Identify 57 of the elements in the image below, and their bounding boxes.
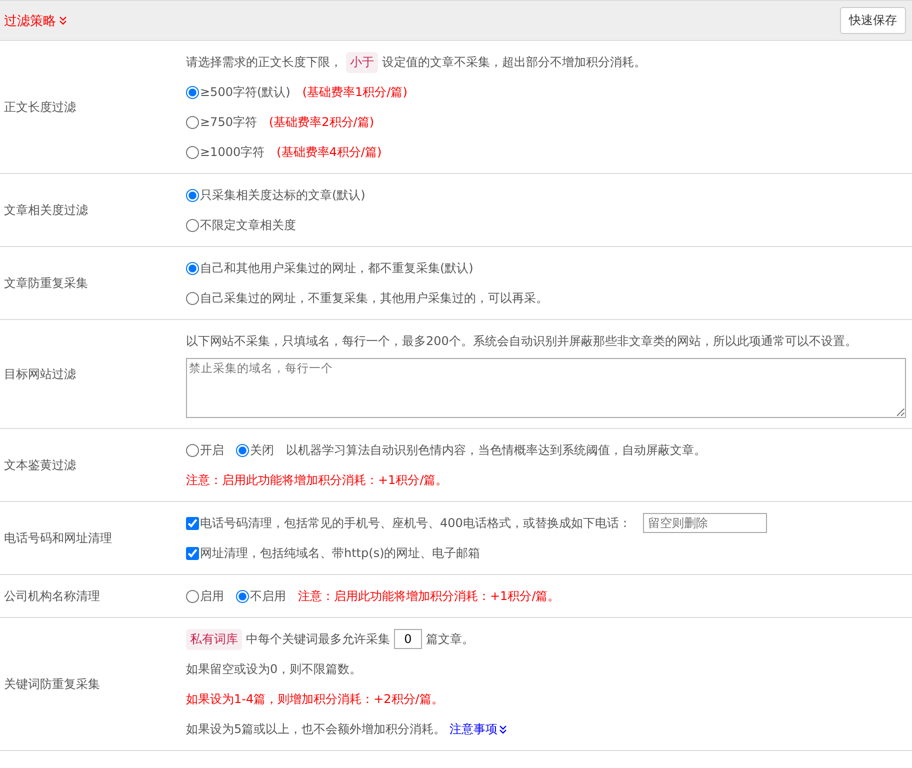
row-label: 目标网站过滤: [4, 366, 76, 382]
notes-link[interactable]: 注意事项: [450, 720, 507, 738]
radio-button[interactable]: [236, 590, 249, 602]
notice-text: 注意：启用此功能将增加积分消耗：+1积分/篇。: [298, 588, 560, 605]
description-text: 如果留空或设为0，则不限篇数。: [186, 661, 362, 678]
radio-button[interactable]: [186, 86, 199, 98]
double-chevron-icon: [59, 16, 67, 25]
radio-option[interactable]: ≥750字符: [186, 114, 257, 130]
radio-button[interactable]: [186, 116, 199, 128]
description-text: 请选择需求的正文长度下限，: [186, 54, 342, 71]
radio-option[interactable]: 不启用: [236, 588, 286, 604]
checkbox[interactable]: [186, 546, 199, 560]
domain-textarea[interactable]: 禁止采集的域名，每行一个: [186, 358, 906, 418]
radio-option[interactable]: ≥500字符(默认): [186, 84, 290, 100]
row-label: 关键词防重复采集: [4, 676, 100, 692]
row-label: 正文长度过滤: [4, 98, 76, 116]
radio-button[interactable]: [236, 444, 249, 456]
radio-option[interactable]: 只采集相关度达标的文章(默认): [186, 186, 366, 204]
radio-option[interactable]: 自己采集过的网址，不重复采集，其他用户采集过的，可以再采。: [186, 290, 548, 306]
description-text: 以机器学习算法自动识别色情内容，当色情概率达到系统阈值，自动屏蔽文章。: [286, 442, 706, 459]
radio-button[interactable]: [186, 146, 199, 158]
radio-option[interactable]: ≥1000字符: [186, 144, 265, 160]
checkbox-option[interactable]: 网址清理，包括纯域名、带http(s)的网址、电子邮箱: [186, 544, 480, 562]
radio-button[interactable]: [186, 218, 199, 232]
row-label: 公司机构名称清理: [4, 588, 100, 604]
radio-option[interactable]: 不限定文章相关度: [186, 216, 296, 234]
description-text: 如果设为5篇或以上，也不会额外增加积分消耗。: [186, 721, 446, 738]
row-label: 文本鉴黄过滤: [4, 456, 76, 474]
highlight-tag: 小于: [346, 52, 378, 72]
highlight-tag: 私有词库: [186, 628, 242, 650]
row-label: 电话号码和网址清理: [4, 530, 112, 546]
notice-text: (基础费率2积分/篇): [268, 114, 374, 131]
quick-save-button[interactable]: 快速保存: [840, 7, 906, 34]
radio-button[interactable]: [186, 590, 199, 602]
phone-input-field[interactable]: 留空则删除: [642, 513, 767, 533]
row-label: 文章相关度过滤: [4, 202, 88, 218]
row-label: 文章防重复采集: [4, 274, 88, 292]
radio-button[interactable]: [186, 188, 199, 202]
radio-button[interactable]: [186, 292, 199, 304]
checkbox[interactable]: [186, 516, 199, 530]
radio-button[interactable]: [186, 262, 199, 274]
radio-option[interactable]: 开启: [186, 442, 224, 458]
radio-option[interactable]: 自己和其他用户采集过的网址，都不重复采集(默认): [186, 260, 474, 276]
double-chevron-icon: [498, 724, 507, 734]
checkbox-option[interactable]: 电话号码清理，包括常见的手机号、座机号、400电话格式，或替换成如下电话：: [186, 514, 631, 532]
notice-text: (基础费率4积分/篇): [276, 144, 382, 161]
number-input-field[interactable]: 0: [394, 629, 422, 649]
notice-text: (基础费率1积分/篇): [302, 84, 408, 101]
notice-text: 注意：启用此功能将增加积分消耗：+1积分/篇。: [186, 472, 448, 489]
radio-button[interactable]: [186, 444, 199, 456]
notice-text: 如果设为1-4篇，则增加积分消耗：+2积分/篇。: [186, 691, 444, 708]
description-text: 篇文章。: [426, 631, 474, 648]
radio-option[interactable]: 关闭: [236, 442, 274, 458]
description-text: 中每个关键词最多允许采集: [246, 631, 390, 648]
description-text: 以下网站不采集，只填域名，每行一个，最多200个。系统会自动识别并屏蔽那些非文章类的网站，所以此项通常可以不设置。: [186, 333, 857, 350]
description-text: 设定值的文章不采集，超出部分不增加积分消耗。: [382, 54, 646, 71]
radio-option[interactable]: 启用: [186, 588, 224, 604]
